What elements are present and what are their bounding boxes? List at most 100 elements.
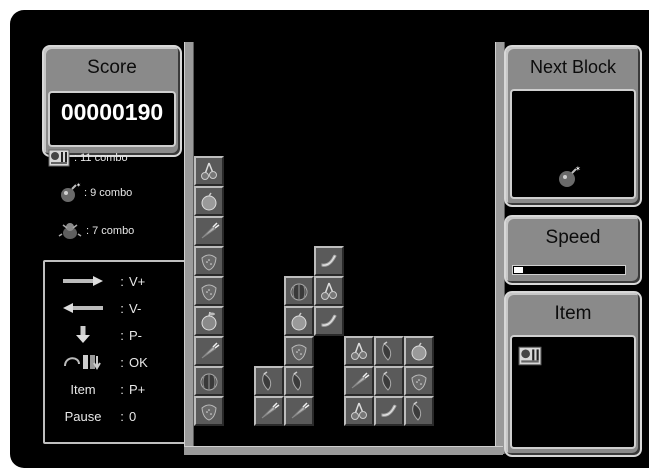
- board-cell-carrot: [194, 216, 224, 246]
- speed-panel: Speed: [504, 215, 642, 285]
- cherry-icon: [321, 282, 337, 300]
- board-cell-strawberry: [404, 366, 434, 396]
- board-cell-banana: [374, 396, 404, 426]
- game-screen: Score 00000190 : 11 combo ✶ : 9 combo : …: [10, 10, 649, 468]
- svg-text:✶: ✶: [575, 165, 581, 173]
- speed-meter: [512, 265, 626, 275]
- strawberry-icon: [411, 374, 427, 391]
- board-cell-carrot: [344, 366, 374, 396]
- score-panel: Score 00000190: [42, 45, 182, 157]
- speed-meter-fill: [514, 267, 523, 273]
- board-cell-strawberry: [194, 276, 224, 306]
- rotate-icon: [51, 352, 115, 372]
- control-value: 0: [129, 408, 137, 424]
- combo-row-bomb: ✶ : 9 combo: [58, 182, 132, 204]
- board-cell-banana: [314, 246, 344, 276]
- down-arrow-icon: [51, 325, 115, 345]
- peach-icon: [411, 342, 427, 361]
- next-block-title: Next Block: [529, 57, 617, 77]
- board-cell-pepper: [284, 366, 314, 396]
- score-value: 00000190: [60, 99, 164, 125]
- control-value: OK: [129, 354, 148, 370]
- carrot-icon: [351, 372, 370, 389]
- strawberry-icon: [201, 254, 217, 271]
- control-row: Pause : 0: [51, 405, 183, 427]
- combo-row-bug: : 7 combo: [58, 220, 134, 242]
- control-value: P+: [129, 381, 146, 397]
- strawberry-icon: [291, 344, 307, 361]
- cherry-icon: [351, 402, 367, 420]
- control-row: : OK: [51, 351, 183, 373]
- apple-icon: [201, 311, 217, 331]
- board-cell-watermelon: [284, 276, 314, 306]
- watermelon-icon: [290, 283, 308, 301]
- pepper-icon: [382, 341, 392, 361]
- board-cell-carrot: [284, 396, 314, 426]
- strawberry-icon: [201, 284, 217, 301]
- cherry-icon: [201, 162, 217, 180]
- bug-icon: [58, 220, 82, 242]
- carrot-icon: [261, 402, 280, 419]
- pepper-icon: [382, 371, 392, 391]
- peach-icon: [291, 312, 307, 331]
- board-left-rail: [184, 42, 194, 454]
- control-value: V-: [129, 300, 142, 316]
- right-arrow-icon: [51, 275, 115, 287]
- board-cell-pepper: [374, 366, 404, 396]
- board-cell-watermelon: [194, 366, 224, 396]
- board-cell-carrot: [194, 336, 224, 366]
- oil-item-icon[interactable]: [518, 345, 542, 367]
- next-block-panel: Next Block ✶: [504, 45, 642, 207]
- board-cell-pepper: [404, 396, 434, 426]
- banana-icon: [321, 314, 337, 327]
- banana-icon: [321, 254, 337, 267]
- svg-text:✶: ✶: [76, 182, 81, 189]
- combo-text: : 11 combo: [74, 152, 128, 164]
- combo-row-oil: : 11 combo: [48, 148, 128, 168]
- board-cell-cherry: [344, 336, 374, 366]
- board-cell-carrot: [254, 396, 284, 426]
- bomb-icon: ✶: [556, 165, 582, 189]
- oil-item-icon: [48, 148, 70, 168]
- score-title: Score: [87, 57, 137, 78]
- pepper-icon: [412, 401, 422, 421]
- board-cell-pepper: [254, 366, 284, 396]
- left-arrow-icon: [51, 302, 115, 314]
- control-value: V+: [129, 273, 146, 289]
- game-board[interactable]: [194, 138, 494, 446]
- control-key: Pause: [64, 408, 102, 424]
- board-floor: [184, 446, 503, 455]
- control-key: Item: [70, 381, 96, 397]
- combo-text: : 9 combo: [84, 187, 133, 199]
- watermelon-icon: [200, 373, 218, 391]
- board-cell-apple: [194, 306, 224, 336]
- carrot-icon: [201, 342, 220, 359]
- carrot-icon: [291, 402, 310, 419]
- pepper-icon: [262, 371, 272, 391]
- peach-icon: [201, 192, 217, 211]
- board-cell-pepper: [374, 336, 404, 366]
- speed-title: Speed: [545, 227, 601, 248]
- board-cell-strawberry: [194, 396, 224, 426]
- board-cell-cherry: [194, 156, 224, 186]
- combo-text: : 7 combo: [86, 225, 135, 237]
- item-title: Item: [554, 303, 592, 324]
- strawberry-icon: [201, 404, 217, 421]
- control-row: Item : P+: [51, 378, 183, 400]
- board-cell-banana: [314, 306, 344, 336]
- board-cell-strawberry: [194, 246, 224, 276]
- board-cell-peach: [284, 306, 314, 336]
- control-row: : P-: [51, 324, 183, 346]
- board-cell-peach: [194, 186, 224, 216]
- control-row: : V-: [51, 297, 183, 319]
- carrot-icon: [201, 222, 220, 239]
- item-panel: Item: [504, 291, 642, 457]
- cherry-icon: [351, 342, 367, 360]
- control-value: P-: [129, 327, 142, 343]
- board-cell-cherry: [314, 276, 344, 306]
- control-row: : V+: [51, 270, 183, 292]
- controls-legend: : V+ : V- : P- : OK Item : P+ Pause : 0: [43, 260, 189, 444]
- banana-icon: [381, 404, 397, 417]
- pepper-icon: [292, 371, 302, 391]
- board-cell-strawberry: [284, 336, 314, 366]
